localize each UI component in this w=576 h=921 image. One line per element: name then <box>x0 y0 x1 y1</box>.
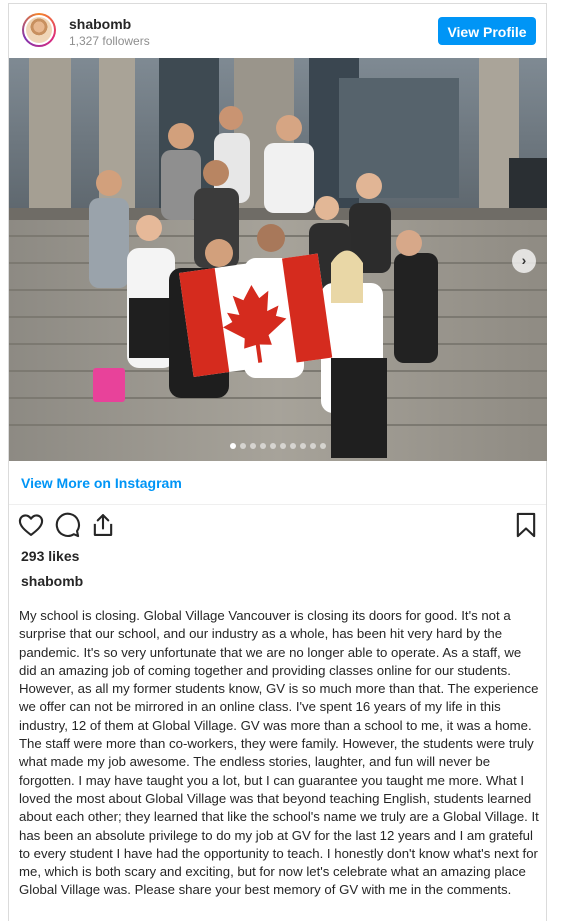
carousel-dots <box>9 443 547 451</box>
username[interactable]: shabomb <box>69 16 131 32</box>
chevron-right-icon[interactable]: › <box>512 249 536 273</box>
share-icon[interactable] <box>89 511 117 539</box>
comment-icon[interactable] <box>53 511 81 539</box>
divider <box>9 504 546 505</box>
heart-icon[interactable] <box>17 511 45 539</box>
carousel-dot[interactable] <box>290 443 296 449</box>
carousel-dot[interactable] <box>230 443 236 449</box>
group-photo-image <box>9 58 547 461</box>
avatar[interactable] <box>22 13 56 47</box>
view-profile-button[interactable]: View Profile <box>438 17 536 45</box>
bookmark-icon[interactable] <box>512 511 540 539</box>
post-photo[interactable]: › <box>9 58 547 461</box>
carousel-dot[interactable] <box>310 443 316 449</box>
action-bar <box>9 511 546 545</box>
instagram-embed-card: shabomb 1,327 followers View Profile › V… <box>8 3 547 921</box>
carousel-dot[interactable] <box>280 443 286 449</box>
post-header: shabomb 1,327 followers View Profile <box>9 4 546 58</box>
carousel-dot[interactable] <box>270 443 276 449</box>
view-more-link[interactable]: View More on Instagram <box>21 475 182 491</box>
carousel-dot[interactable] <box>240 443 246 449</box>
carousel-dot[interactable] <box>260 443 266 449</box>
follower-count: 1,327 followers <box>69 34 150 48</box>
caption-username[interactable]: shabomb <box>21 573 83 589</box>
carousel-dot[interactable] <box>320 443 326 449</box>
avatar-photo <box>26 17 52 43</box>
carousel-dot[interactable] <box>300 443 306 449</box>
carousel-dot[interactable] <box>250 443 256 449</box>
caption-text: My school is closing. Global Village Van… <box>19 608 539 898</box>
like-count[interactable]: 293 likes <box>21 548 79 564</box>
